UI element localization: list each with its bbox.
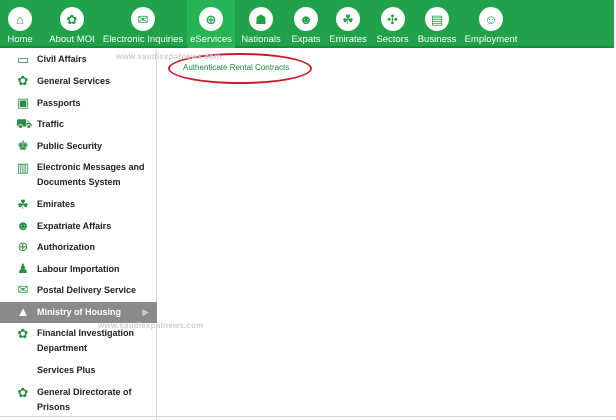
officer-icon: ♚ [17, 138, 29, 153]
sidebar-item-postal-delivery[interactable]: ✉ Postal Delivery Service [0, 280, 157, 301]
sidebar-item-prisons[interactable]: ✿ General Directorate of Prisons [0, 382, 157, 418]
sidebar-item-label: Expatriate Affairs [37, 221, 112, 231]
home-icon: ⌂ [8, 7, 32, 31]
group-icon: ☻ [294, 7, 318, 31]
sidebar-item-services-plus[interactable]: Services Plus [0, 360, 157, 381]
sidebar-item-labour-importation[interactable]: ♟ Labour Importation [0, 259, 157, 280]
sidebar-item-label: Financial Investigation Department [37, 328, 135, 353]
emblem-icon: ✿ [17, 73, 29, 88]
divider [0, 416, 616, 417]
sidebar-item-label: General Directorate of Prisons [37, 387, 132, 412]
inquiries-icon: ✉ [131, 7, 155, 31]
content-area: Authenticate Rental Contracts [158, 50, 616, 420]
nav-label: Business [417, 34, 457, 45]
emirates-icon: ☘ [336, 7, 360, 31]
nav-home[interactable]: ⌂ Home [0, 0, 40, 48]
document-icon: ▥ [16, 160, 30, 175]
sidebar-item-label: Ministry of Housing [37, 307, 121, 317]
briefcase-icon: ▤ [425, 7, 449, 31]
housing-icon: ▲ [16, 304, 30, 319]
nav-label: Nationals [241, 34, 281, 45]
sidebar-item-label: Postal Delivery Service [37, 285, 137, 295]
nav-sectors[interactable]: ✣ Sectors [372, 0, 413, 48]
car-icon: ⛟ [16, 116, 33, 131]
employment-icon: ☺ [479, 7, 503, 31]
top-navigation-bar: ⌂ Home ✿ About MOI ✉ Electronic Inquirie… [0, 0, 614, 48]
emblem-icon: ✿ [17, 326, 29, 341]
nav-nationals[interactable]: ☗ Nationals [238, 0, 284, 48]
nav-label: Employment [464, 34, 518, 45]
nav-electronic-inquiries[interactable]: ✉ Electronic Inquiries [102, 0, 184, 48]
nav-label: Electronic Inquiries [102, 34, 184, 45]
sidebar-item-general-services[interactable]: ✿ General Services [0, 71, 157, 92]
sidebar-item-label: Authorization [37, 242, 95, 252]
emblem-icon: ✿ [17, 385, 29, 400]
globe-icon: ⊕ [17, 239, 29, 254]
sidebar-item-electronic-messages[interactable]: ▥ Electronic Messages and Documents Syst… [0, 158, 157, 194]
sidebar-item-label: Passports [37, 98, 81, 108]
emirates-icon: ☘ [17, 197, 29, 212]
nav-emirates[interactable]: ☘ Emirates [328, 0, 368, 48]
nav-eservices[interactable]: ⊕ eServices [187, 0, 235, 48]
sidebar-item-label: Civil Affairs [37, 54, 87, 64]
nav-label: About MOI [49, 34, 95, 45]
nav-label: Emirates [329, 34, 367, 45]
sidebar-item-expatriate-affairs[interactable]: ☻ Expatriate Affairs [0, 216, 157, 237]
watermark: www.saudiexpatnews.com [116, 52, 222, 61]
sidebar-item-passports[interactable]: ▣ Passports [0, 93, 157, 114]
nav-label: Sectors [376, 34, 409, 45]
people-icon: ☻ [16, 218, 30, 233]
sidebar-item-label: Emirates [37, 199, 76, 209]
nav-business[interactable]: ▤ Business [416, 0, 458, 48]
sidebar-item-public-security[interactable]: ♚ Public Security [0, 136, 157, 157]
passport-icon: ▣ [16, 95, 30, 110]
sidebar-item-label: General Services [37, 76, 111, 86]
sidebar-item-emirates[interactable]: ☘ Emirates [0, 194, 157, 215]
sectors-icon: ✣ [380, 7, 405, 31]
sidebar-item-label: Public Security [37, 141, 103, 151]
nav-label: Expats [291, 34, 321, 45]
id-card-icon: ▭ [16, 52, 30, 67]
sidebar-item-label: Electronic Messages and Documents System [37, 162, 145, 187]
person-icon: ☗ [249, 7, 273, 31]
worker-icon: ♟ [17, 261, 29, 276]
nav-expats[interactable]: ☻ Expats [287, 0, 325, 48]
sidebar-item-ministry-of-housing[interactable]: ▲ Ministry of Housing ▶ [0, 302, 157, 323]
nav-employment[interactable]: ☺ Employment [461, 0, 521, 48]
sidebar-item-label: Labour Importation [37, 264, 120, 274]
chevron-right-icon: ▶ [142, 307, 149, 317]
emblem-icon: ✿ [60, 7, 84, 31]
sidebar-item-label: Traffic [37, 119, 65, 129]
globe-icon: ⊕ [199, 7, 223, 31]
nav-label: Home [7, 34, 33, 45]
watermark: www.saudiexpatnews.com [98, 321, 204, 330]
mailbox-icon: ✉ [17, 282, 29, 297]
nav-label: eServices [190, 34, 232, 45]
nav-about-moi[interactable]: ✿ About MOI [43, 0, 101, 48]
sidebar-item-authorization[interactable]: ⊕ Authorization [0, 237, 157, 258]
sidebar: ▭ Civil Affairs ✿ General Services ▣ Pas… [0, 50, 157, 420]
sidebar-item-traffic[interactable]: ⛟ Traffic [0, 114, 157, 135]
sidebar-item-label: Services Plus [37, 365, 96, 375]
